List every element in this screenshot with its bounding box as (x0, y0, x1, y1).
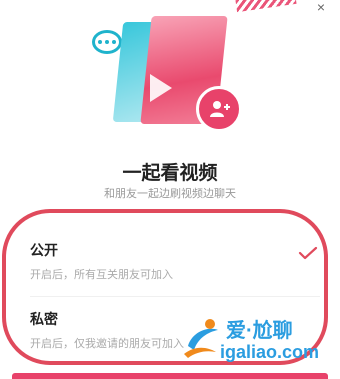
checkmark-icon (298, 246, 318, 265)
option-public[interactable]: 公开 开启后，所有互关朋友可加入 (30, 240, 320, 282)
watermark-name: 爱·尬聊 (226, 320, 293, 342)
watermark-url: igaliao.com (220, 342, 320, 362)
page-title: 一起看视频 (122, 163, 218, 184)
watermark: 爱·尬聊 igaliao.com (180, 312, 340, 368)
user-add-icon (196, 86, 242, 132)
bottom-action-bar[interactable] (12, 373, 328, 379)
option-public-label: 公开 (30, 242, 58, 258)
play-icon (150, 74, 172, 102)
chat-bubble-icon (92, 30, 122, 54)
hero-illustration (0, 0, 340, 150)
page-subtitle: 和朋友一起边刷视频边聊天 (104, 188, 236, 200)
watermark-logo-icon (182, 316, 222, 365)
option-public-desc: 开启后，所有互关朋友可加入 (30, 269, 173, 281)
divider (30, 296, 320, 297)
